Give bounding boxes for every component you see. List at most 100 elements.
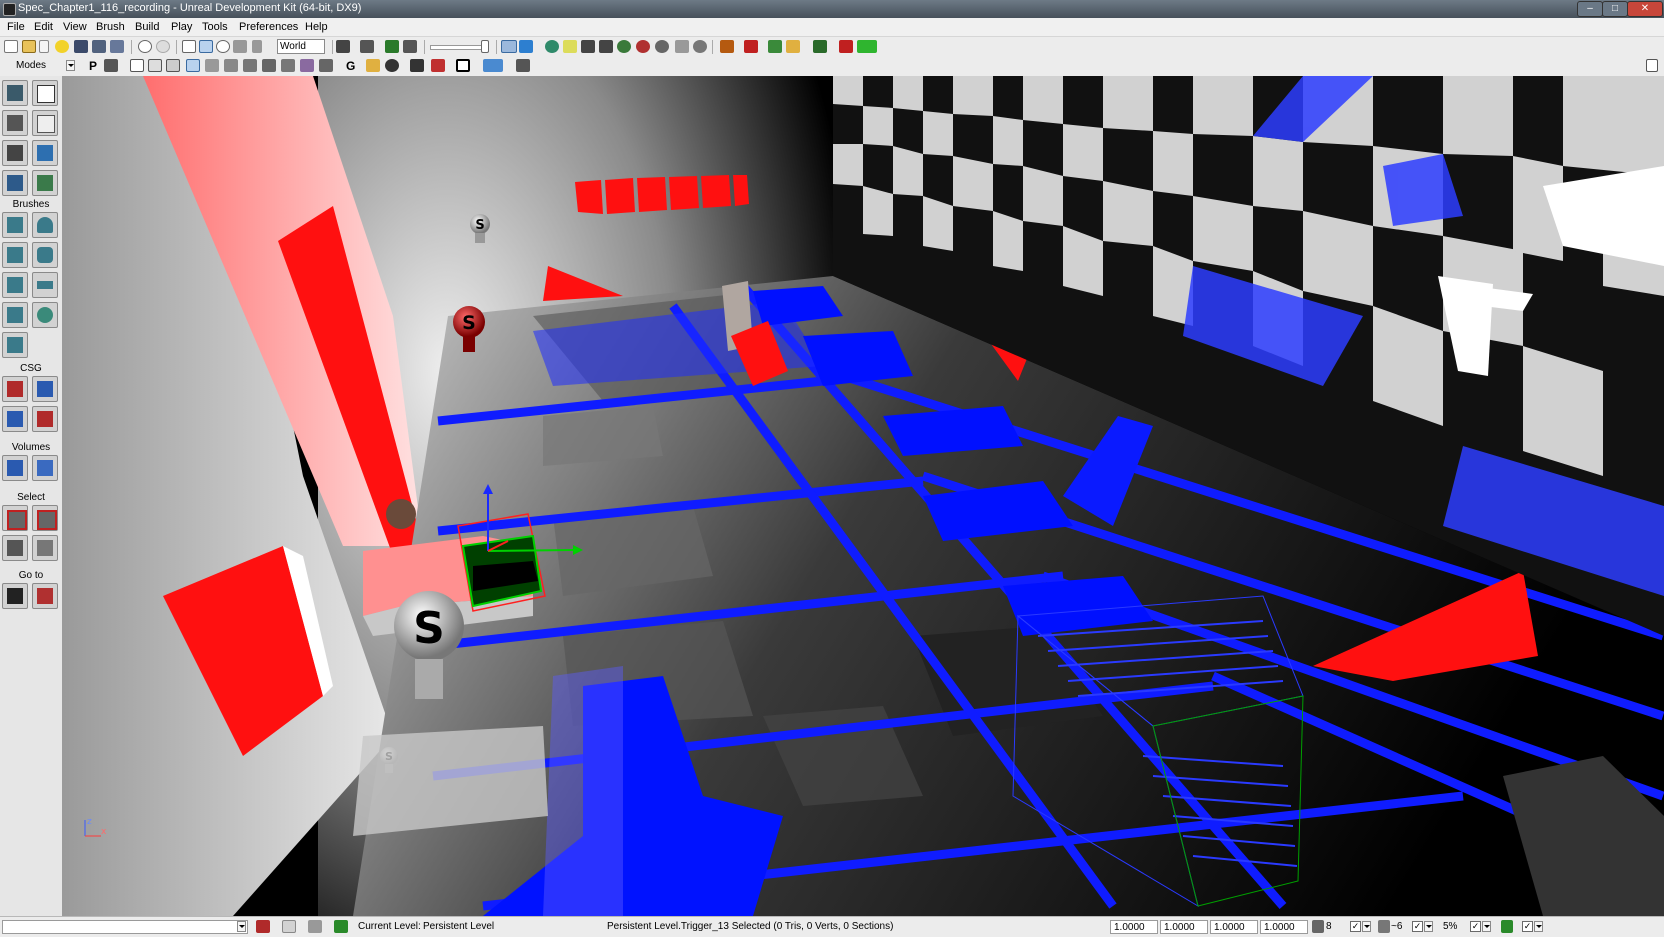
pivot-icon[interactable]: [104, 59, 118, 72]
save-as-icon[interactable]: [92, 40, 106, 53]
perspective-toggle[interactable]: P: [89, 59, 97, 73]
command-input[interactable]: [2, 920, 248, 934]
lighting-quality-icon[interactable]: [636, 40, 650, 53]
menu-build[interactable]: Build: [135, 21, 159, 33]
realtime-viewport-icon[interactable]: [501, 40, 517, 53]
landscape-button[interactable]: [2, 170, 28, 196]
build-all-icon[interactable]: [617, 40, 631, 53]
content-browser-icon[interactable]: [720, 40, 734, 53]
kismet-icon[interactable]: [360, 40, 374, 53]
menu-view[interactable]: View: [63, 21, 87, 33]
perspective-viewport[interactable]: S S S S: [63, 76, 1664, 916]
lit-view-icon[interactable]: [186, 59, 200, 72]
show-selected-button[interactable]: [2, 505, 28, 531]
scale-snap-dropdown[interactable]: [1482, 921, 1491, 932]
drag-value-4[interactable]: 1.0000: [1260, 920, 1308, 934]
build-settings-icon[interactable]: [675, 40, 689, 53]
eye-icon[interactable]: [385, 59, 399, 72]
minimize-button[interactable]: –: [1577, 1, 1603, 17]
show-all-button[interactable]: [32, 535, 58, 561]
texture-align-button[interactable]: [32, 110, 58, 136]
generic-browser-icon[interactable]: [768, 40, 782, 53]
autosave-checkbox[interactable]: ✓: [1522, 921, 1533, 932]
game-view-icon[interactable]: [519, 40, 533, 53]
viewport-scene[interactable]: S S S S: [63, 76, 1664, 916]
play-in-editor-icon[interactable]: [857, 40, 877, 53]
split-viewport-icon[interactable]: [516, 59, 530, 72]
grid-snap-icon[interactable]: [1312, 920, 1324, 933]
csg-subtract-button[interactable]: [32, 376, 58, 402]
csg-add-button[interactable]: [2, 376, 28, 402]
csg-deintersect-button[interactable]: [32, 406, 58, 432]
kismet-editor-icon[interactable]: [744, 40, 758, 53]
k-toggle-icon[interactable]: [385, 40, 399, 53]
drag-value-2[interactable]: 1.0000: [1160, 920, 1208, 934]
coordinate-system-select[interactable]: World: [277, 39, 325, 54]
vertex-snap-icon[interactable]: [282, 920, 296, 933]
lighting-only-icon[interactable]: [224, 59, 238, 72]
cone-brush-button[interactable]: [32, 212, 58, 238]
camera-mode-button[interactable]: [2, 80, 28, 106]
sphere-brush-button[interactable]: [32, 302, 58, 328]
static-mesh-button[interactable]: [32, 140, 58, 166]
scale-snap-checkbox[interactable]: ✓: [1470, 921, 1481, 932]
sheet-brush-button[interactable]: [32, 272, 58, 298]
matinee-icon[interactable]: [403, 40, 417, 53]
ortho-snap-icon[interactable]: [308, 920, 322, 933]
menu-edit[interactable]: Edit: [34, 21, 53, 33]
menu-tools[interactable]: Tools: [202, 21, 228, 33]
brush-wire-icon[interactable]: [148, 59, 162, 72]
lightmap-density-icon[interactable]: [300, 59, 314, 72]
play-on-pc-icon[interactable]: [813, 40, 827, 53]
grid-snap-checkbox[interactable]: ✓: [1350, 921, 1361, 932]
texture-density-icon[interactable]: [262, 59, 276, 72]
rotate-icon[interactable]: [216, 40, 230, 53]
translate-icon[interactable]: [199, 40, 213, 53]
binoculars-icon[interactable]: [336, 40, 350, 53]
grid-snap-dropdown[interactable]: [1362, 921, 1371, 932]
undo-icon[interactable]: [138, 40, 152, 53]
menu-brush[interactable]: Brush: [96, 21, 125, 33]
menu-help[interactable]: Help: [305, 21, 328, 33]
scale-icon[interactable]: [233, 40, 247, 53]
rotation-snap-checkbox[interactable]: ✓: [1412, 921, 1423, 932]
close-button[interactable]: ✕: [1627, 1, 1663, 17]
build-lighting-icon[interactable]: [563, 40, 577, 53]
redo-icon[interactable]: [156, 40, 170, 53]
scale-nonuniform-icon[interactable]: [252, 40, 262, 53]
foliage-button[interactable]: [32, 170, 58, 196]
game-view-toggle[interactable]: G: [346, 59, 355, 73]
k-launch-icon[interactable]: [839, 40, 853, 53]
lightmass-icon[interactable]: [693, 40, 707, 53]
select-arrow-icon[interactable]: [182, 40, 196, 53]
autosave-dropdown[interactable]: [1534, 921, 1543, 932]
goto-builder-brush-button[interactable]: [32, 583, 58, 609]
build-geometry-icon[interactable]: [545, 40, 559, 53]
menu-file[interactable]: File: [7, 21, 25, 33]
geometry-mode-button[interactable]: [32, 80, 58, 106]
add-volume-button[interactable]: [2, 455, 28, 481]
modes-dropdown[interactable]: [66, 60, 75, 71]
open-dropdown-icon[interactable]: [39, 40, 49, 53]
detail-lighting-icon[interactable]: [205, 59, 219, 72]
favorite-star-icon[interactable]: [55, 40, 69, 53]
unlit-view-icon[interactable]: [166, 59, 180, 72]
lock-icon[interactable]: [366, 59, 380, 72]
volume-type-button[interactable]: [32, 455, 58, 481]
record-icon[interactable]: [431, 59, 445, 72]
autosave-icon[interactable]: [1501, 920, 1513, 933]
select-invert-button[interactable]: [2, 535, 28, 561]
cube-brush-button[interactable]: [2, 212, 28, 238]
save-all-icon[interactable]: [110, 40, 124, 53]
new-map-icon[interactable]: [4, 40, 18, 53]
menu-play[interactable]: Play: [171, 21, 192, 33]
level-check-icon[interactable]: [334, 920, 348, 933]
menu-preferences[interactable]: Preferences: [239, 21, 298, 33]
wireframe-view-icon[interactable]: [130, 59, 144, 72]
terrain-mode-button[interactable]: [2, 110, 28, 136]
build-covernodes-icon[interactable]: [599, 40, 613, 53]
folder-icon[interactable]: [786, 40, 800, 53]
speed-slider-thumb[interactable]: [481, 40, 489, 53]
command-history-dropdown[interactable]: [237, 921, 246, 932]
goto-actor-button[interactable]: [2, 583, 28, 609]
